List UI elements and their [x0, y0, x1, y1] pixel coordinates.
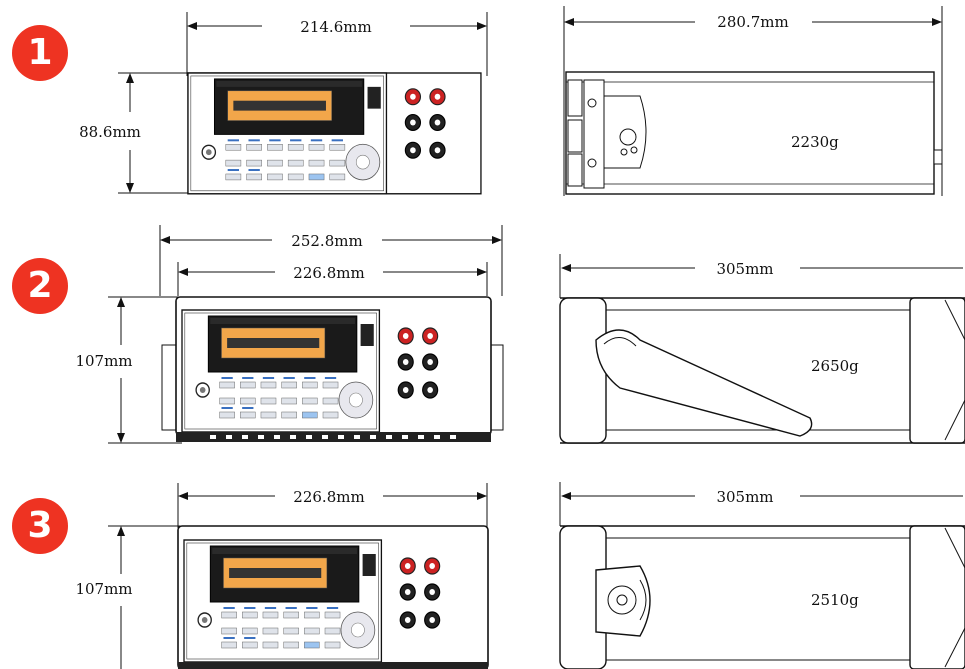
variant-2-width-label: 226.8mm	[293, 264, 364, 282]
variant-3-height-label: 107mm	[75, 580, 132, 598]
variant-2-depth-label: 305mm	[716, 260, 773, 278]
variant-1-side-view: 280.7mm 2230g	[563, 6, 943, 196]
variant-2-front-view: 252.8mm 226.8mm 107mm	[75, 225, 504, 444]
variant-3-depth-label: 305mm	[716, 488, 773, 506]
variant-3-weight-label: 2510g	[811, 591, 859, 609]
dimension-drawing: 214.6mm 88.6mm 280.7mm 2230g 252.8mm 226…	[75, 6, 965, 669]
variant-1-weight-label: 2230g	[791, 133, 839, 151]
variant-2-weight-label: 2650g	[811, 357, 859, 375]
variant-2-height-label: 107mm	[75, 352, 132, 370]
variant-2-side-view: 305mm 2650g	[559, 254, 965, 444]
variant-1-front-view: 214.6mm 88.6mm	[79, 12, 488, 195]
variant-1-depth-label: 280.7mm	[717, 13, 788, 31]
variant-1-height-label: 88.6mm	[79, 123, 141, 141]
variant-3-width-label: 226.8mm	[293, 488, 364, 506]
variant-3-side-view: 305mm 2510g	[559, 482, 965, 669]
variant-1-width-label: 214.6mm	[300, 18, 371, 36]
variant-2-outer-width-label: 252.8mm	[291, 232, 362, 250]
variant-3-front-view: 226.8mm 107mm	[75, 483, 489, 669]
